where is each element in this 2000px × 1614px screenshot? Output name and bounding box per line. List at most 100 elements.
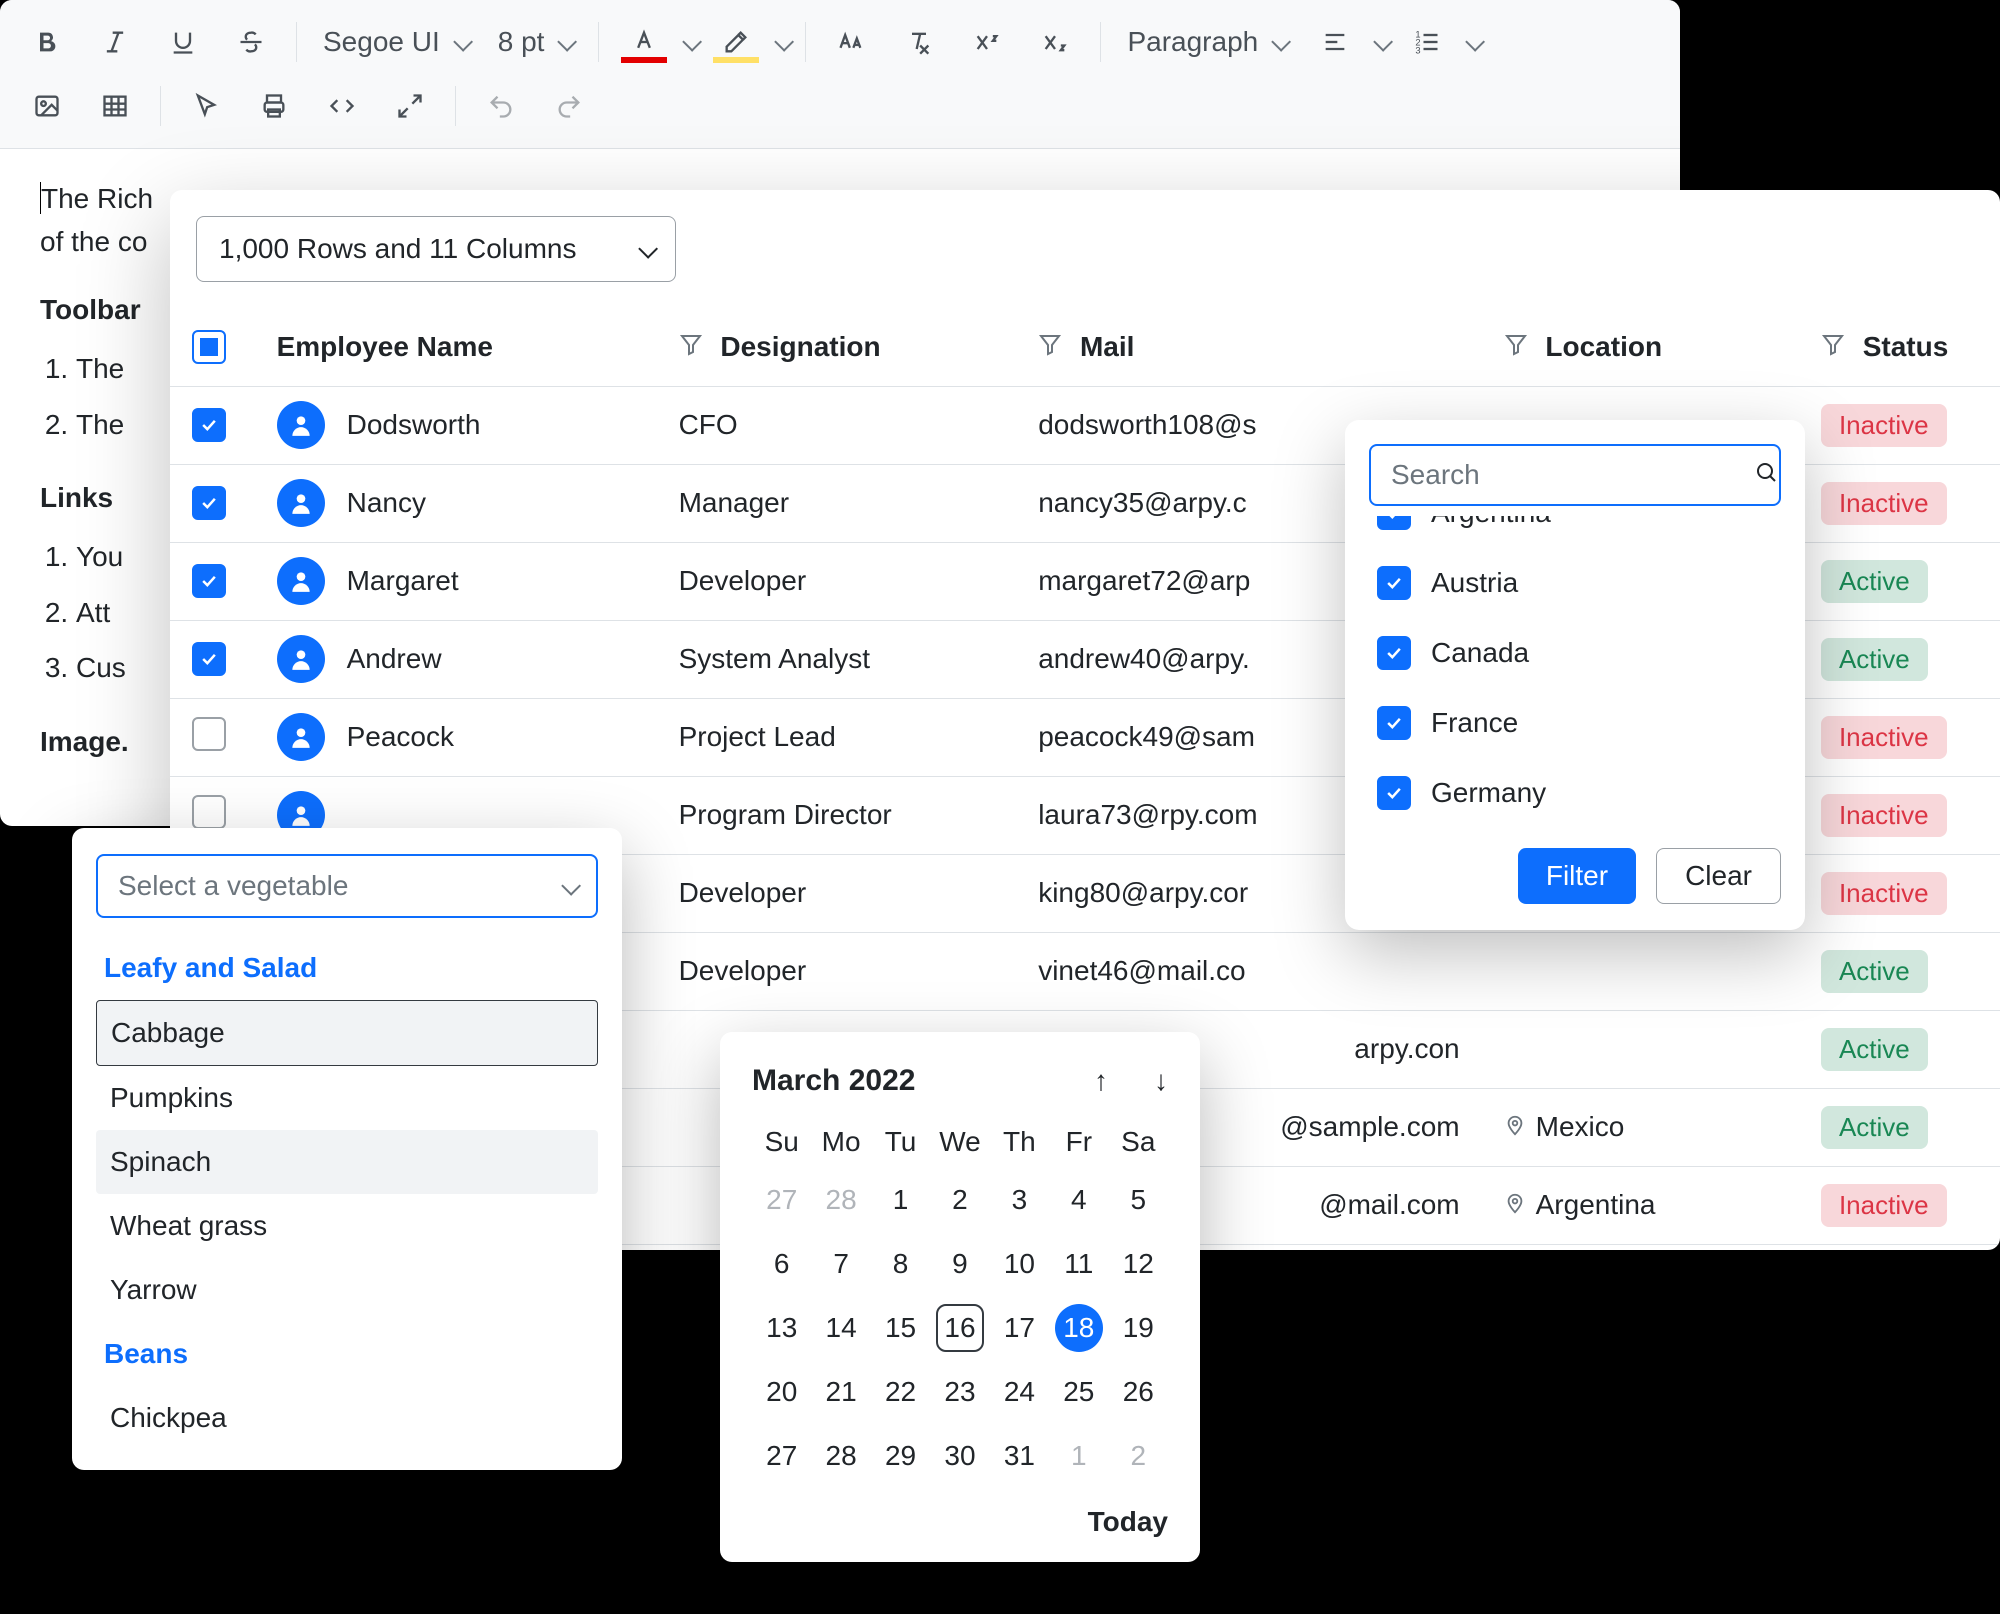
calendar-day[interactable]: 5: [1114, 1176, 1162, 1224]
row-checkbox[interactable]: [192, 564, 226, 598]
column-header-status[interactable]: Status: [1863, 331, 1949, 362]
calendar-day[interactable]: 28: [817, 1432, 865, 1480]
column-header-designation[interactable]: Designation: [720, 331, 880, 362]
calendar-day[interactable]: 23: [936, 1368, 984, 1416]
calendar-prev-button[interactable]: ↑: [1094, 1065, 1108, 1097]
vegetable-option[interactable]: Yarrow: [96, 1258, 598, 1322]
numbered-list-button[interactable]: 123: [1398, 17, 1456, 67]
filter-option[interactable]: France: [1369, 688, 1781, 758]
calendar-day[interactable]: 13: [758, 1304, 806, 1352]
calendar-day[interactable]: 26: [1114, 1368, 1162, 1416]
calendar-day[interactable]: 27: [758, 1176, 806, 1224]
numbered-list-dropdown[interactable]: [1466, 26, 1480, 58]
filter-checkbox[interactable]: [1377, 706, 1411, 740]
filter-option[interactable]: Argentina: [1369, 516, 1781, 548]
subscript-button[interactable]: [1026, 17, 1084, 67]
calendar-day[interactable]: 20: [758, 1368, 806, 1416]
vegetable-option[interactable]: Pumpkins: [96, 1066, 598, 1130]
filter-checkbox[interactable]: [1377, 636, 1411, 670]
highlight-color-dropdown[interactable]: [775, 26, 789, 58]
filter-icon[interactable]: [1504, 332, 1528, 356]
calendar-day[interactable]: 10: [995, 1240, 1043, 1288]
calendar-day[interactable]: 8: [877, 1240, 925, 1288]
calendar-day[interactable]: 14: [817, 1304, 865, 1352]
undo-button[interactable]: [472, 81, 530, 131]
calendar-day[interactable]: 7: [817, 1240, 865, 1288]
bold-button[interactable]: [18, 17, 76, 67]
underline-button[interactable]: [154, 17, 212, 67]
row-checkbox[interactable]: [192, 408, 226, 442]
alignment-button[interactable]: [1306, 17, 1364, 67]
filter-checkbox[interactable]: [1377, 776, 1411, 810]
clear-formatting-button[interactable]: [890, 17, 948, 67]
print-button[interactable]: [245, 81, 303, 131]
filter-search-input[interactable]: [1389, 458, 1754, 492]
row-checkbox[interactable]: [192, 717, 226, 751]
filter-checkbox[interactable]: [1377, 566, 1411, 600]
calendar-day[interactable]: 28: [817, 1176, 865, 1224]
calendar-day[interactable]: 25: [1055, 1368, 1103, 1416]
paragraph-style-select[interactable]: Paragraph: [1117, 17, 1296, 67]
calendar-day[interactable]: 6: [758, 1240, 806, 1288]
calendar-day[interactable]: 2: [936, 1176, 984, 1224]
calendar-day[interactable]: 19: [1114, 1304, 1162, 1352]
calendar-day[interactable]: 4: [1055, 1176, 1103, 1224]
filter-clear-button[interactable]: Clear: [1656, 848, 1781, 904]
calendar-day[interactable]: 21: [817, 1368, 865, 1416]
filter-icon[interactable]: [679, 332, 703, 356]
filter-option[interactable]: Canada: [1369, 618, 1781, 688]
filter-option[interactable]: Austria: [1369, 548, 1781, 618]
calendar-day[interactable]: 16: [936, 1304, 984, 1352]
superscript-button[interactable]: [958, 17, 1016, 67]
italic-button[interactable]: [86, 17, 144, 67]
vegetable-option[interactable]: Wheat grass: [96, 1194, 598, 1258]
strikethrough-button[interactable]: [222, 17, 280, 67]
column-header-mail[interactable]: Mail: [1080, 331, 1134, 362]
filter-icon[interactable]: [1821, 332, 1845, 356]
font-size-select[interactable]: 8 pt: [488, 17, 583, 67]
row-checkbox[interactable]: [192, 486, 226, 520]
calendar-day[interactable]: 2: [1114, 1432, 1162, 1480]
calendar-day[interactable]: 30: [936, 1432, 984, 1480]
calendar-day[interactable]: 3: [995, 1176, 1043, 1224]
calendar-day[interactable]: 31: [995, 1432, 1043, 1480]
column-header-name[interactable]: Employee Name: [277, 331, 493, 362]
highlight-color-button[interactable]: [707, 17, 765, 67]
column-header-location[interactable]: Location: [1545, 331, 1662, 362]
code-view-button[interactable]: [313, 81, 371, 131]
redo-button[interactable]: [540, 81, 598, 131]
vegetable-option[interactable]: Chickpea: [96, 1386, 598, 1450]
vegetable-option[interactable]: Cabbage: [96, 1000, 598, 1066]
calendar-day[interactable]: 27: [758, 1432, 806, 1480]
calendar-day[interactable]: 1: [877, 1176, 925, 1224]
filter-checkbox[interactable]: [1377, 516, 1411, 530]
insert-image-button[interactable]: [18, 81, 76, 131]
calendar-today-button[interactable]: Today: [752, 1488, 1168, 1538]
calendar-day[interactable]: 18: [1055, 1304, 1103, 1352]
calendar-day[interactable]: 22: [877, 1368, 925, 1416]
fullscreen-button[interactable]: [381, 81, 439, 131]
calendar-day[interactable]: 29: [877, 1432, 925, 1480]
calendar-next-button[interactable]: ↓: [1154, 1065, 1168, 1097]
insert-table-button[interactable]: [86, 81, 144, 131]
calendar-day[interactable]: 24: [995, 1368, 1043, 1416]
change-case-button[interactable]: [822, 17, 880, 67]
select-all-checkbox[interactable]: [192, 330, 226, 364]
filter-apply-button[interactable]: Filter: [1518, 848, 1636, 904]
font-family-select[interactable]: Segoe UI: [313, 17, 478, 67]
calendar-day[interactable]: 11: [1055, 1240, 1103, 1288]
row-checkbox[interactable]: [192, 795, 226, 829]
vegetable-select[interactable]: Select a vegetable: [96, 854, 598, 918]
font-color-dropdown[interactable]: [683, 26, 697, 58]
grid-size-select[interactable]: 1,000 Rows and 11 Columns: [196, 216, 676, 282]
font-color-button[interactable]: [615, 17, 673, 67]
calendar-title[interactable]: March 2022: [752, 1064, 915, 1098]
filter-icon[interactable]: [1038, 332, 1062, 356]
alignment-dropdown[interactable]: [1374, 26, 1388, 58]
vegetable-option[interactable]: Spinach: [96, 1130, 598, 1194]
calendar-day[interactable]: 1: [1055, 1432, 1103, 1480]
calendar-day[interactable]: 9: [936, 1240, 984, 1288]
calendar-day[interactable]: 15: [877, 1304, 925, 1352]
calendar-day[interactable]: 17: [995, 1304, 1043, 1352]
filter-search-box[interactable]: [1369, 444, 1781, 506]
